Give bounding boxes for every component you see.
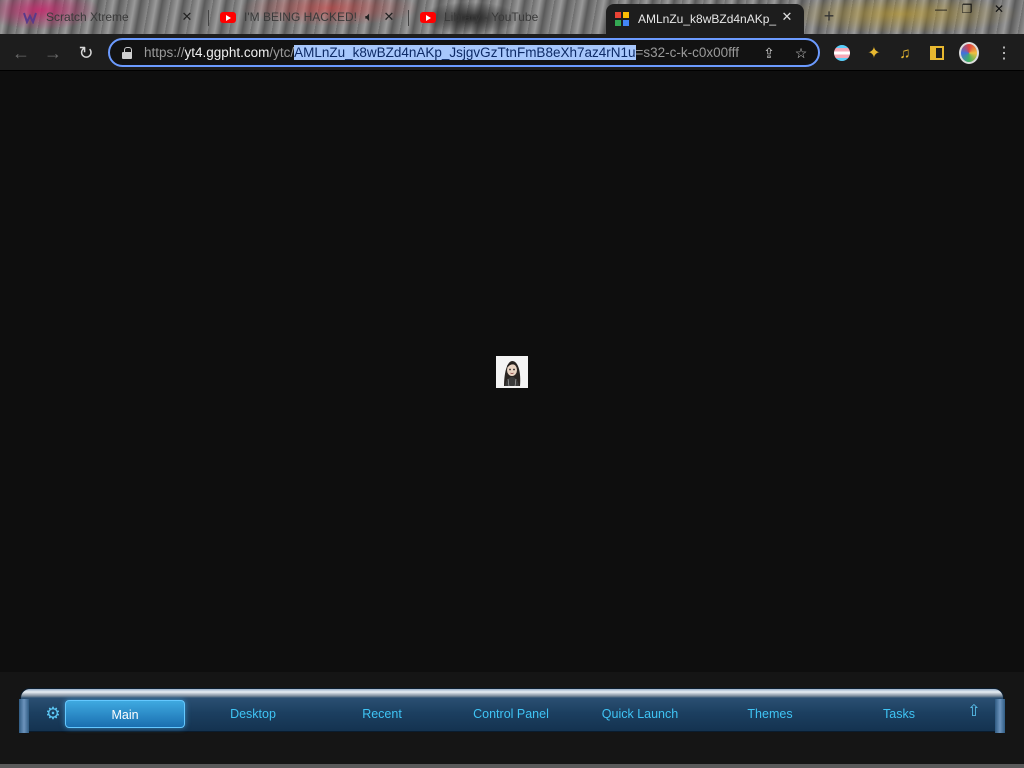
profile-image[interactable] [496,356,528,388]
tab-title: Library - YouTube [444,10,539,24]
tab-library-youtube[interactable]: Library - YouTube [412,4,602,30]
tab-title: Scratch Xtreme [46,10,129,24]
dock-end-cap [995,699,1005,733]
dock-end-cap [19,699,29,733]
menu-icon[interactable]: ⋮ [994,43,1014,63]
flag-extension-icon[interactable] [832,43,852,63]
close-icon[interactable]: ✕ [380,8,398,26]
reload-button[interactable]: ↻ [74,41,98,65]
youtube-icon [220,9,236,25]
speaker-icon[interactable]: 🔈︎ [360,8,378,26]
url-selection: AMLnZu_k8wBZd4nAKp_JsjgvGzTtnFmB8eXh7az4… [294,45,636,60]
dock-item-themes[interactable]: Themes [710,700,830,728]
tab-separator [408,10,409,26]
new-tab-button[interactable]: + [818,6,840,28]
image-icon [614,11,630,27]
close-icon[interactable]: ✕ [778,8,796,26]
tab-scratch-xtreme[interactable]: Scratch Xtreme ✕ [14,4,204,30]
page-viewport [0,72,1024,672]
taskbar-edge [0,764,1024,768]
tab-strip: Scratch Xtreme ✕ I'M BEING HACKED! 🔈︎ ✕ … [0,0,1024,34]
extensions-puzzle-icon[interactable]: ✦ [864,43,884,63]
scratch-icon [22,9,38,25]
window-close-icon[interactable]: ✕ [984,0,1014,18]
desktop-dock-bar: ⚙ Main Desktop Recent Control Panel Quic… [19,688,1005,733]
tab-separator [208,10,209,26]
share-icon[interactable]: ⇪ [760,44,778,62]
tab-title: I'M BEING HACKED! [244,10,357,24]
bookmark-star-icon[interactable]: ☆ [792,44,810,62]
youtube-icon [420,9,436,25]
url-text[interactable]: https://yt4.ggpht.com/ytc/AMLnZu_k8wBZd4… [144,45,818,60]
dock-item-main[interactable]: Main [65,700,185,728]
dock-area: ⚙ Main Desktop Recent Control Panel Quic… [0,672,1024,768]
tab-image-active[interactable]: AMLnZu_k8wBZd4nAKp_ ✕ [606,4,804,34]
dock-item-control-panel[interactable]: Control Panel [451,700,571,728]
dock-item-tasks[interactable]: Tasks [839,700,959,728]
up-arrow-icon[interactable]: ⇧ [965,702,983,722]
dock-item-quick-launch[interactable]: Quick Launch [580,700,700,728]
media-control-icon[interactable]: ♫ [895,43,915,63]
lock-icon[interactable] [122,46,132,59]
tab-being-hacked[interactable]: I'M BEING HACKED! 🔈︎ ✕ [212,4,406,30]
address-bar[interactable]: https://yt4.ggpht.com/ytc/AMLnZu_k8wBZd4… [108,38,820,67]
tab-title: AMLnZu_k8wBZd4nAKp_ [638,12,777,26]
forward-button[interactable]: → [41,41,65,65]
dock-item-desktop[interactable]: Desktop [193,700,313,728]
profile-avatar[interactable] [959,42,979,64]
back-button[interactable]: ← [9,41,33,65]
side-panel-icon[interactable] [927,43,947,63]
dock-item-recent[interactable]: Recent [322,700,442,728]
close-icon[interactable]: ✕ [178,8,196,26]
restore-icon[interactable]: ❐ [952,0,982,18]
gear-icon[interactable]: ⚙ [43,704,63,724]
browser-toolbar: ← → ↻ https://yt4.ggpht.com/ytc/AMLnZu_k… [0,34,1024,71]
